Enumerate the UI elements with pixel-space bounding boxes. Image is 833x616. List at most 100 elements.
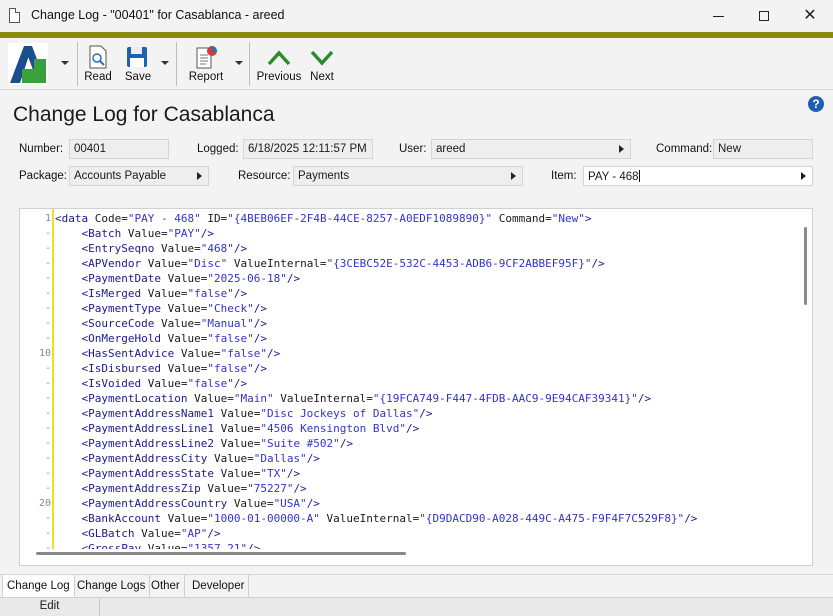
code-area[interactable]: <data Code="PAY - 468" ID="{4BEB06EF-2F4… [55, 209, 800, 549]
close-button[interactable]: ✕ [787, 0, 833, 32]
toolbar: Read Save Report Previous Next [0, 38, 833, 90]
code-token: <HasSentAdvice [55, 347, 181, 360]
code-token: /> [591, 257, 605, 270]
maximize-button[interactable] [741, 0, 787, 32]
code-token: Code= [94, 212, 128, 225]
code-token: "New" [551, 212, 585, 225]
code-token: Value= [220, 422, 261, 435]
help-icon[interactable]: ? [808, 96, 824, 112]
code-token: <data [55, 212, 95, 225]
resource-field[interactable]: Payments [293, 166, 523, 186]
line-number: - [44, 483, 51, 494]
code-token: Value= [147, 542, 188, 549]
code-token: "{D9DACD90-A028-449C-A475-F9F4F7C529F8}" [419, 512, 685, 525]
code-line: <BankAccount Value="1000-01-00000-A" Val… [55, 511, 697, 526]
code-token: "Disc" [187, 257, 228, 270]
code-token: <PaymentAddressLine2 [55, 437, 221, 450]
toolbar-separator [176, 42, 177, 86]
code-token: "{4BEB06EF-2F4B-44CE-8257-A0EDF1089890}" [227, 212, 493, 225]
app-logo-icon[interactable] [8, 43, 48, 85]
report-button[interactable]: Report [186, 38, 226, 90]
chevron-down-icon [310, 50, 334, 66]
code-line: <EntrySeqno Value="468"/> [55, 241, 247, 256]
xml-editor[interactable]: 1- - - - - - - -10- - - - - - - - -20- - - <data Code="PA… [19, 208, 813, 566]
logo-menu-chevron-down-icon[interactable] [61, 61, 69, 65]
code-token: Value= [147, 287, 188, 300]
next-button-label: Next [310, 71, 334, 83]
code-line: <PaymentLocation Value="Main" ValueInter… [55, 391, 651, 406]
code-token: /> [684, 512, 698, 525]
user-field[interactable]: areed [431, 139, 631, 159]
line-number: - [44, 243, 51, 254]
previous-button[interactable]: Previous [256, 38, 302, 90]
save-button-label: Save [124, 71, 152, 83]
code-token: <PaymentAddressCity [55, 452, 214, 465]
code-token: Value= [167, 362, 208, 375]
bottom-tabs: Change Log Change Logs Other Developer [0, 574, 833, 597]
code-token: Value= [167, 302, 208, 315]
code-token: Value= [127, 227, 168, 240]
line-number: - [44, 528, 51, 539]
code-line: <Batch Value="PAY"/> [55, 226, 214, 241]
line-number: 20 [38, 498, 51, 509]
chevron-right-icon[interactable] [511, 172, 516, 180]
code-token: /> [286, 272, 301, 285]
tab-change-log[interactable]: Change Log [2, 575, 75, 597]
page-title: Change Log for Casablanca [13, 103, 275, 126]
horizontal-scrollbar[interactable] [36, 552, 406, 555]
maximize-icon [759, 11, 769, 21]
line-number: - [44, 438, 51, 449]
tab-other[interactable]: Other [147, 575, 185, 597]
line-number: 1 [44, 213, 51, 224]
minimize-button[interactable] [695, 0, 741, 32]
code-token: Value= [147, 377, 188, 390]
line-number: - [44, 288, 51, 299]
report-menu-chevron-down-icon[interactable] [235, 61, 243, 65]
save-icon [127, 47, 147, 67]
code-token: Value= [167, 272, 208, 285]
code-line: <PaymentAddressName1 Value="Disc Jockeys… [55, 406, 432, 421]
code-token: Value= [207, 482, 248, 495]
line-number: - [44, 318, 51, 329]
code-token: "75227" [247, 482, 294, 495]
code-token: Value= [233, 497, 274, 510]
vertical-scrollbar[interactable] [804, 227, 807, 305]
chevron-up-icon [267, 50, 291, 66]
tab-developer[interactable]: Developer [188, 575, 250, 597]
save-menu-chevron-down-icon[interactable] [161, 61, 169, 65]
chevron-right-icon[interactable] [197, 172, 202, 180]
code-line: <PaymentAddressLine1 Value="4506 Kensing… [55, 421, 419, 436]
command-field[interactable]: New [713, 139, 813, 159]
code-token: Value= [141, 527, 181, 540]
code-token: Value= [160, 242, 201, 255]
code-token: /> [339, 437, 354, 450]
code-token: <GrossPay [55, 542, 148, 549]
toolbar-separator [249, 42, 250, 86]
code-token: "Disc Jockeys of Dallas" [260, 407, 420, 420]
item-label: Item: [551, 170, 577, 182]
tab-change-logs[interactable]: Change Logs [73, 575, 151, 597]
code-token: > [584, 212, 592, 225]
save-button[interactable]: Save [120, 38, 156, 90]
chevron-right-icon[interactable] [619, 145, 624, 153]
item-field[interactable]: PAY - 468 [583, 166, 813, 186]
line-number: 10 [38, 348, 51, 359]
logged-field[interactable]: 6/18/2025 12:11:57 PM [243, 139, 373, 159]
line-number: - [44, 258, 51, 269]
code-token: <PaymentType [55, 302, 168, 315]
package-field[interactable]: Accounts Payable [69, 166, 209, 186]
chevron-right-icon[interactable] [801, 172, 806, 180]
code-token: "4506 Kensington Blvd" [260, 422, 407, 435]
code-token: "false" [207, 362, 254, 375]
code-token: "AP" [180, 527, 208, 540]
read-button[interactable]: Read [82, 38, 114, 90]
code-token: Command= [492, 212, 552, 225]
code-token: Value= [220, 437, 261, 450]
code-line: <GLBatch Value="AP"/> [55, 526, 220, 541]
text-cursor [638, 170, 640, 182]
next-button[interactable]: Next [306, 38, 338, 90]
code-token: "2025-06-18" [207, 272, 287, 285]
number-field[interactable]: 00401 [69, 139, 169, 159]
code-token: "USA" [273, 497, 307, 510]
code-token: <PaymentAddressState [55, 467, 221, 480]
